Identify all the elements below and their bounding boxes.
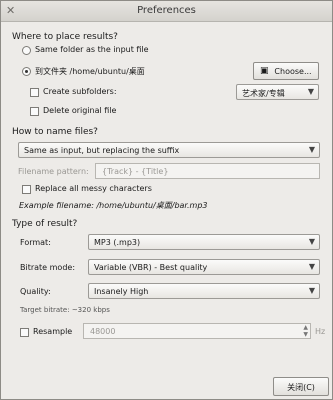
resample-label[interactable]: Resample	[33, 327, 72, 336]
to-folder-label[interactable]: 到文件夹 /home/ubuntu/桌面	[35, 66, 145, 77]
quality-label: Quality:	[20, 287, 51, 296]
quality-value: Insanely High	[94, 287, 149, 296]
filename-pattern-placeholder: {Track} - {Title}	[102, 167, 169, 176]
choose-folder-label: Choose...	[274, 67, 312, 76]
close-button[interactable]: 关闭(C)	[273, 377, 329, 396]
subfolder-pattern-value: 艺术家/专辑	[242, 89, 285, 98]
title-bar: ✕ Preferences	[1, 1, 332, 22]
subfolder-pattern-select[interactable]: 艺术家/专辑 ▼	[236, 84, 319, 100]
format-select[interactable]: MP3 (.mp3) ▼	[88, 234, 320, 250]
naming-mode-select[interactable]: Same as input, but replacing the suffix …	[18, 142, 320, 158]
quality-select[interactable]: Insanely High ▼	[88, 283, 320, 299]
spin-up-icon[interactable]: ▲	[303, 324, 308, 331]
resample-checkbox[interactable]	[20, 328, 29, 337]
filename-pattern-label: Filename pattern:	[18, 167, 89, 176]
naming-mode-value: Same as input, but replacing the suffix	[24, 146, 180, 155]
preferences-window: ✕ Preferences Where to place results? Sa…	[0, 0, 333, 400]
chevron-down-icon: ▼	[307, 87, 314, 96]
window-title: Preferences	[137, 5, 196, 16]
chevron-down-icon: ▼	[308, 286, 315, 295]
create-subfolders-checkbox[interactable]	[30, 88, 39, 97]
format-value: MP3 (.mp3)	[94, 238, 141, 247]
delete-original-checkbox[interactable]	[30, 107, 39, 116]
same-folder-radio[interactable]	[22, 46, 31, 55]
filename-pattern-field[interactable]: {Track} - {Title}	[95, 163, 320, 179]
chevron-down-icon: ▼	[308, 262, 315, 271]
format-label: Format:	[20, 238, 51, 247]
choose-folder-button[interactable]: ▣ Choose...	[253, 62, 319, 80]
resample-spinbox[interactable]: 48000 ▲ ▼	[83, 323, 311, 339]
to-folder-radio[interactable]	[22, 67, 31, 76]
where-heading: Where to place results?	[12, 32, 118, 42]
close-button-label: 关闭(C)	[287, 383, 315, 392]
replace-messy-checkbox[interactable]	[22, 185, 31, 194]
replace-messy-label[interactable]: Replace all messy characters	[35, 184, 152, 193]
hz-unit-label: Hz	[315, 327, 326, 336]
create-subfolders-label[interactable]: Create subfolders:	[43, 87, 117, 96]
example-filename: Example filename: /home/ubuntu/桌面/bar.mp…	[19, 201, 208, 210]
bitrate-mode-value: Variable (VBR) - Best quality	[94, 263, 208, 272]
same-folder-label[interactable]: Same folder as the input file	[35, 45, 149, 54]
resample-value: 48000	[90, 327, 116, 336]
bitrate-mode-select[interactable]: Variable (VBR) - Best quality ▼	[88, 259, 320, 275]
spin-down-icon[interactable]: ▼	[303, 331, 308, 338]
target-bitrate-label: Target bitrate: ~320 kbps	[20, 306, 110, 314]
result-heading: Type of result?	[12, 219, 78, 229]
naming-heading: How to name files?	[12, 127, 98, 137]
chevron-down-icon: ▼	[308, 145, 315, 154]
chevron-down-icon: ▼	[308, 237, 315, 246]
delete-original-label[interactable]: Delete original file	[43, 106, 116, 115]
bitrate-mode-label: Bitrate mode:	[20, 263, 76, 272]
